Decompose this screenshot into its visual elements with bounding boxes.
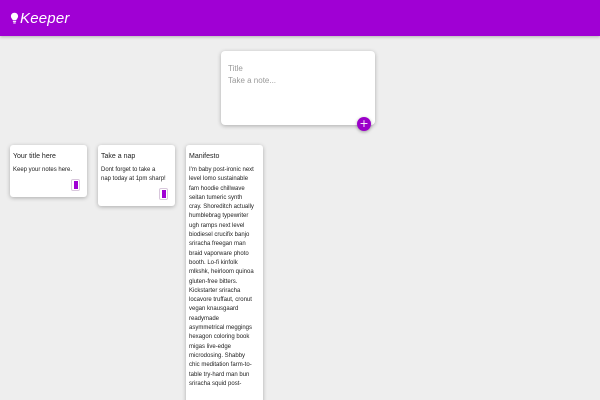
lightbulb-icon xyxy=(10,12,19,23)
note-card: Your title here Keep your notes here. xyxy=(10,145,87,197)
delete-note-button[interactable] xyxy=(71,179,80,191)
note-card: Manifesto I'm baby post-ironic next leve… xyxy=(186,145,263,400)
delete-note-button[interactable] xyxy=(159,188,168,200)
brand: Keeper xyxy=(10,10,70,27)
note-title: Manifesto xyxy=(189,153,220,160)
app-title: Keeper xyxy=(20,9,70,27)
note-title: Your title here xyxy=(13,153,56,160)
note-content: Dont forget to take a nap today at 1pm s… xyxy=(101,167,166,183)
note-content-input[interactable] xyxy=(228,76,368,96)
keeper-app: Keeper + Your title here Keep your notes… xyxy=(0,0,600,400)
note-title: Take a nap xyxy=(101,153,136,160)
trash-icon xyxy=(162,190,166,198)
note-content: Keep your notes here. xyxy=(13,167,73,173)
note-title-input[interactable] xyxy=(228,62,368,74)
create-note-form xyxy=(221,51,375,125)
note-content: I'm baby post-ironic next level lomo sus… xyxy=(189,167,254,387)
note-card: Take a nap Dont forget to take a nap tod… xyxy=(98,145,175,206)
add-note-button[interactable]: + xyxy=(357,117,371,131)
trash-icon xyxy=(74,181,78,189)
app-header: Keeper xyxy=(0,0,600,36)
